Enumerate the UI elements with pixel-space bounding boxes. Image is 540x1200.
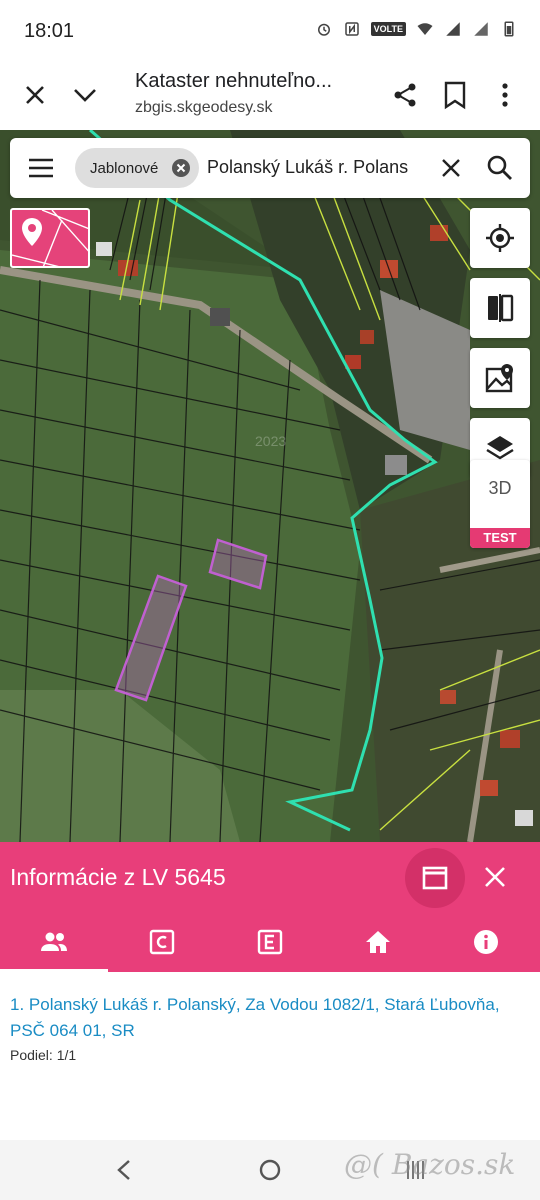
tab-info[interactable] [432, 912, 540, 972]
share-icon[interactable] [390, 80, 420, 110]
map-search-button[interactable] [470, 348, 530, 408]
page-url: zbgis.skgeodesy.sk [135, 99, 273, 116]
nfc-icon [344, 22, 359, 36]
tab-indicator [0, 969, 108, 972]
search-input[interactable]: Polanský Lukáš r. Polans [207, 157, 422, 178]
tab-parcels-e[interactable] [216, 912, 324, 972]
home-nav-icon[interactable] [258, 1158, 282, 1182]
wifi-icon [417, 23, 433, 35]
status-icons: VOLTE [315, 20, 518, 38]
alarm-icon [317, 23, 330, 36]
map-watermark: 2023 [255, 433, 287, 449]
info-icon [474, 930, 498, 954]
location-chip[interactable]: Jablonové [75, 148, 199, 188]
map-pin-logo-icon [12, 210, 88, 266]
system-nav-bar: @( Bazos.sk [0, 1140, 540, 1200]
home-icon [366, 931, 390, 953]
map-view[interactable]: 2023 Jablonové Polanský Lukáš r. Polans … [0, 130, 540, 842]
compare-button[interactable] [470, 278, 530, 338]
back-icon[interactable] [114, 1158, 134, 1182]
owner-link[interactable]: 1. Polanský Lukáš r. Polanský, Za Vodou … [10, 992, 535, 1044]
share-label: Podiel: 1/1 [10, 1047, 77, 1063]
c-box-icon [149, 929, 175, 955]
window-icon [422, 866, 448, 890]
bazos-watermark: @( Bazos.sk [344, 1148, 516, 1181]
volte-badge: VOLTE [370, 22, 406, 36]
signal-icon-2 [474, 22, 488, 36]
bookmark-icon[interactable] [442, 80, 468, 110]
info-tab-bar [0, 912, 540, 972]
close-panel-icon[interactable] [482, 864, 508, 890]
tab-parcels-c[interactable] [108, 912, 216, 972]
battery-icon [504, 21, 514, 37]
status-time: 18:01 [24, 20, 75, 42]
search-bar: Jablonové Polanský Lukáš r. Polans [10, 138, 530, 198]
browser-header: Kataster nehnuteľno... zbgis.skgeodesy.s… [0, 62, 540, 130]
signal-icon [446, 22, 460, 36]
map-pin-icon [485, 364, 513, 393]
test-badge: TEST [470, 528, 530, 548]
page-title: Kataster nehnuteľno... [135, 70, 333, 92]
status-bar: 18:01 VOLTE [0, 0, 540, 62]
e-box-icon [257, 929, 283, 955]
info-panel-header: Informácie z LV 5645 [0, 842, 540, 912]
crosshair-icon [486, 224, 514, 252]
chip-remove-icon[interactable] [171, 158, 191, 178]
search-icon[interactable] [486, 154, 514, 182]
3d-label: 3D [488, 478, 512, 498]
app-logo-tile[interactable] [10, 208, 90, 268]
3d-button[interactable]: 3D TEST [470, 460, 530, 548]
compare-icon [488, 294, 514, 322]
layers-icon [486, 436, 514, 460]
more-icon[interactable] [494, 80, 516, 110]
people-icon [41, 932, 67, 951]
chip-label: Jablonové [90, 159, 159, 177]
tab-buildings[interactable] [324, 912, 432, 972]
maximize-button[interactable] [405, 848, 465, 908]
my-location-button[interactable] [470, 208, 530, 268]
tab-owners[interactable] [0, 912, 108, 972]
info-panel-title: Informácie z LV 5645 [10, 864, 226, 890]
clear-search-icon[interactable] [438, 155, 464, 181]
close-icon[interactable] [20, 80, 50, 110]
menu-icon[interactable] [28, 157, 54, 179]
chevron-down-icon[interactable] [70, 80, 100, 110]
